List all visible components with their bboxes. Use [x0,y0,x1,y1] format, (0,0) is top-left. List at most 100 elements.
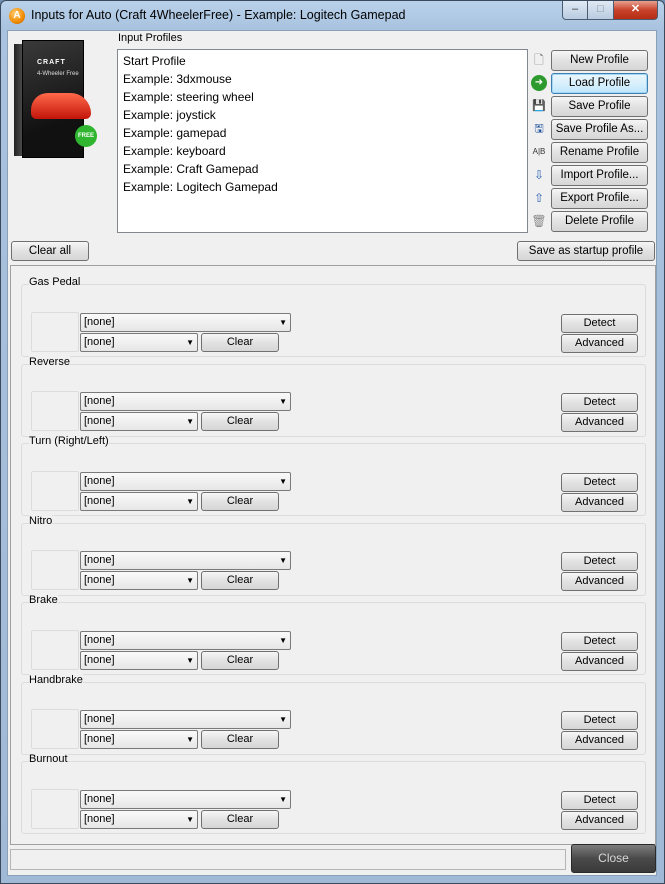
select-value: [none] [84,574,115,586]
secondary-input-select[interactable]: [none] ▼ [80,651,198,670]
save-startup-profile-button[interactable]: Save as startup profile [517,241,655,261]
select-value: [none] [84,316,115,328]
window-close-button[interactable]: ✕ [614,1,658,20]
dropdown-arrow-icon: ▼ [279,318,287,327]
primary-input-select[interactable]: [none] ▼ [80,313,291,332]
advanced-button[interactable]: Advanced [561,811,638,830]
advanced-button[interactable]: Advanced [561,572,638,591]
detect-button[interactable]: Detect [561,552,638,571]
dropdown-arrow-icon: ▼ [186,656,194,665]
save-profile-as-button[interactable]: Save Profile As... [551,119,648,140]
window-title: Inputs for Auto (Craft 4WheelerFree) - E… [31,8,406,22]
profile-list[interactable]: Start Profile Example: 3dxmouse Example:… [117,49,528,233]
product-box-image: CRAFT 4-Wheeler Free FREE [12,40,97,158]
secondary-input-select[interactable]: [none] ▼ [80,412,198,431]
clear-button[interactable]: Clear [201,571,279,590]
detect-button[interactable]: Detect [561,473,638,492]
profile-list-item[interactable]: Example: keyboard [123,142,522,160]
select-value: [none] [84,475,115,487]
select-value: [none] [84,495,115,507]
free-badge: FREE [75,125,97,147]
profile-list-item[interactable]: Example: joystick [123,106,522,124]
clear-button[interactable]: Clear [201,492,279,511]
export-icon: ⇧ [533,191,545,205]
primary-input-select[interactable]: [none] ▼ [80,551,291,570]
dropdown-arrow-icon: ▼ [186,576,194,585]
export-profile-button[interactable]: Export Profile... [551,188,648,209]
box-front: CRAFT 4-Wheeler Free FREE [22,40,97,158]
title-bar[interactable]: A Inputs for Auto (Craft 4WheelerFree) -… [1,1,664,31]
secondary-input-select[interactable]: [none] ▼ [80,492,198,511]
select-value: [none] [84,813,115,825]
import-icon: ⇩ [533,168,545,182]
dropdown-arrow-icon: ▼ [186,338,194,347]
primary-input-select[interactable]: [none] ▼ [80,710,291,729]
dropdown-arrow-icon: ▼ [186,497,194,506]
load-arrow-icon: ➜ [531,75,547,91]
status-field [10,849,566,870]
select-value: [none] [84,713,115,725]
clear-button[interactable]: Clear [201,810,279,829]
maximize-button[interactable]: □ [588,1,614,20]
profile-list-item[interactable]: Example: gamepad [123,124,522,142]
section-label: Burnout [29,753,68,765]
primary-input-select[interactable]: [none] ▼ [80,472,291,491]
advanced-button[interactable]: Advanced [561,652,638,671]
detect-button[interactable]: Detect [561,791,638,810]
new-document-icon: 🗋 [534,53,544,67]
dropdown-arrow-icon: ▼ [186,735,194,744]
new-profile-button[interactable]: New Profile [551,50,648,71]
save-profile-button[interactable]: Save Profile [551,96,648,117]
box-brand-text: CRAFT [37,59,66,66]
dropdown-arrow-icon: ▼ [186,417,194,426]
profile-list-item[interactable]: Example: Craft Gamepad [123,160,522,178]
secondary-input-select[interactable]: [none] ▼ [80,333,198,352]
profile-list-item[interactable]: Start Profile [123,52,522,70]
input-profiles-label: Input Profiles [118,32,183,44]
clear-button[interactable]: Clear [201,412,279,431]
clear-button[interactable]: Clear [201,333,279,352]
input-preview [31,471,79,511]
select-value: [none] [84,415,115,427]
delete-profile-button[interactable]: Delete Profile [551,211,648,232]
secondary-input-select[interactable]: [none] ▼ [80,730,198,749]
profile-list-item[interactable]: Example: steering wheel [123,88,522,106]
save-as-icon: 🖫 [534,123,544,135]
advanced-button[interactable]: Advanced [561,493,638,512]
secondary-input-select[interactable]: [none] ▼ [80,571,198,590]
clear-all-button[interactable]: Clear all [11,241,89,261]
close-button[interactable]: Close [571,844,656,873]
select-value: [none] [84,793,115,805]
profile-list-item[interactable]: Example: Logitech Gamepad [123,178,522,196]
detect-button[interactable]: Detect [561,393,638,412]
advanced-button[interactable]: Advanced [561,334,638,353]
primary-input-select[interactable]: [none] ▼ [80,631,291,650]
rename-profile-button[interactable]: Rename Profile [551,142,648,163]
detect-button[interactable]: Detect [561,632,638,651]
clear-button[interactable]: Clear [201,651,279,670]
detect-button[interactable]: Detect [561,711,638,730]
profile-list-item[interactable]: Example: 3dxmouse [123,70,522,88]
select-value: [none] [84,336,115,348]
primary-input-select[interactable]: [none] ▼ [80,392,291,411]
dropdown-arrow-icon: ▼ [279,795,287,804]
minimize-button[interactable]: – [562,1,588,20]
section-label: Nitro [29,515,53,527]
load-profile-button[interactable]: Load Profile [551,73,648,94]
advanced-button[interactable]: Advanced [561,731,638,750]
section-label: Turn (Right/Left) [29,435,109,447]
detect-button[interactable]: Detect [561,314,638,333]
dropdown-arrow-icon: ▼ [279,477,287,486]
dropdown-arrow-icon: ▼ [279,397,287,406]
section-label: Gas Pedal [29,276,81,288]
trash-icon: 🗑 [531,214,547,228]
primary-input-select[interactable]: [none] ▼ [80,790,291,809]
advanced-button[interactable]: Advanced [561,413,638,432]
select-value: [none] [84,634,115,646]
section-label: Reverse [29,356,70,368]
select-value: [none] [84,733,115,745]
import-profile-button[interactable]: Import Profile... [551,165,648,186]
secondary-input-select[interactable]: [none] ▼ [80,810,198,829]
clear-button[interactable]: Clear [201,730,279,749]
section-label: Brake [29,594,58,606]
